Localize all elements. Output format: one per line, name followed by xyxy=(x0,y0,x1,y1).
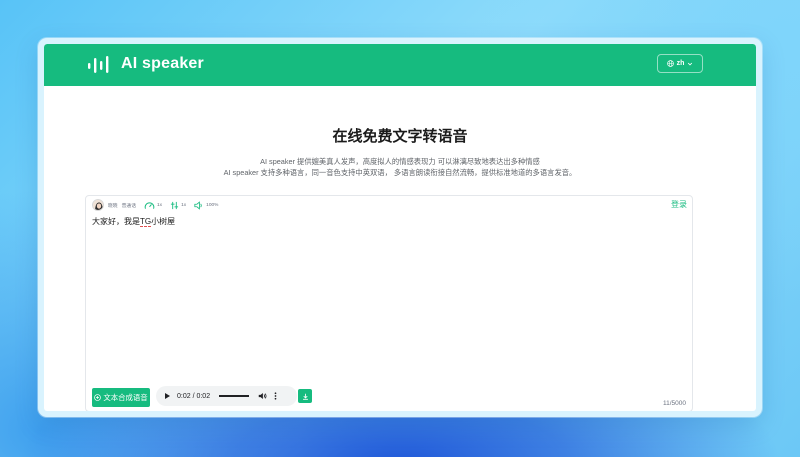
top-navbar: AI speaker zh xyxy=(44,44,756,86)
audio-progress-bar[interactable] xyxy=(219,395,250,397)
audio-progress-fill xyxy=(219,395,250,397)
text-input-area[interactable]: 大家好，我是TG小树屋 xyxy=(92,216,175,227)
character-counter: 11/5000 xyxy=(662,400,686,407)
speedometer-icon xyxy=(144,201,155,209)
app-window: AI speaker zh 在线免费文字转语音 AI speaker 提供媲美真… xyxy=(38,38,762,417)
more-options-icon[interactable] xyxy=(274,392,277,400)
play-icon[interactable] xyxy=(165,393,170,399)
pitch-value: 1x xyxy=(181,202,187,208)
brand-name[interactable]: AI speaker xyxy=(121,54,204,74)
pitch-control[interactable]: 1x xyxy=(170,201,186,210)
volume-control[interactable]: 100% xyxy=(194,200,219,210)
hero-description-1: AI speaker 提供媲美真人发声，高度拟人的情感表现力 可以淋漓尽致地表达… xyxy=(260,157,540,166)
download-icon xyxy=(302,393,308,400)
language-selector[interactable]: zh xyxy=(657,54,703,73)
voice-name[interactable]: 晓晓 xyxy=(108,202,118,209)
speed-control[interactable]: 1x xyxy=(144,201,162,210)
audio-time: 0:02 / 0:02 xyxy=(177,392,211,400)
speed-value: 1x xyxy=(157,202,163,208)
avatar-portrait-icon xyxy=(93,200,103,210)
download-button[interactable] xyxy=(298,389,312,403)
synthesize-button[interactable]: 文本合成语音 xyxy=(92,388,150,407)
tts-editor: 晓晓 普通话 1x 1x 100% 登录 大家好，我是TG小树屋 文本合成语音 … xyxy=(85,195,693,411)
voice-style[interactable]: 普通话 xyxy=(122,202,136,209)
speaker-icon[interactable] xyxy=(258,392,267,400)
text-content-marked: TG xyxy=(140,217,152,227)
chevron-down-icon xyxy=(688,62,693,65)
sound-wave-icon xyxy=(88,56,109,73)
voice-toolbar: 晓晓 普通话 1x 1x 100% xyxy=(92,198,218,212)
synthesize-label: 文本合成语音 xyxy=(103,393,148,402)
login-link[interactable]: 登录 xyxy=(671,199,687,210)
app-page: AI speaker zh 在线免费文字转语音 AI speaker 提供媲美真… xyxy=(44,44,756,411)
plus-circle-icon xyxy=(94,394,102,401)
text-content: 大家好，我是 xyxy=(92,217,140,226)
audio-player: 0:02 / 0:02 xyxy=(156,386,297,406)
pitch-icon xyxy=(170,201,179,209)
page-title: 在线免费文字转语音 xyxy=(332,128,468,145)
text-content-end: 小树屋 xyxy=(151,217,176,226)
globe-icon xyxy=(666,60,674,67)
volume-icon xyxy=(194,200,202,210)
language-label: zh xyxy=(676,60,685,67)
hero-description-2: AI speaker 支持多种语言，同一音色支持中英双语， 多语言朗读衔接自然流… xyxy=(223,168,577,177)
volume-value: 100% xyxy=(206,202,219,208)
voice-avatar[interactable] xyxy=(92,199,104,211)
